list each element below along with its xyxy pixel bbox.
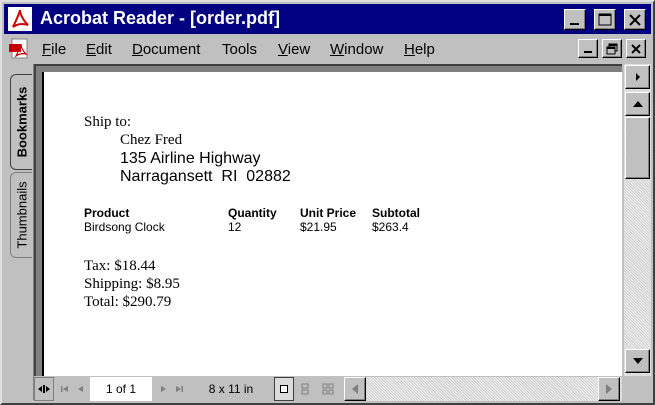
scroll-right-icon	[606, 384, 612, 394]
document-pane[interactable]: Ship to: Chez Fred 135 Airline Highway N…	[34, 64, 622, 382]
restore-icon	[606, 43, 618, 54]
page-size-display: 8 x 11 in	[208, 382, 254, 396]
menu-file[interactable]: File	[42, 41, 66, 58]
horizontal-scrollbar[interactable]	[344, 377, 622, 401]
page-number-field[interactable]: 1 of 1	[90, 377, 152, 401]
next-page-nav-button[interactable]	[156, 377, 170, 401]
vertical-scrollbar[interactable]	[624, 64, 651, 376]
column-header-unit-price: Unit Price	[300, 206, 357, 220]
menu-window[interactable]: Window	[330, 41, 383, 58]
shipping-line: Shipping: $8.95	[84, 276, 180, 292]
maximize-button[interactable]	[594, 9, 616, 30]
facing-pages-icon	[322, 383, 334, 395]
menu-document[interactable]: Document	[132, 41, 200, 58]
scroll-up-icon	[632, 101, 643, 107]
maximize-icon	[598, 13, 612, 26]
cell-subtotal: $263.4	[372, 220, 409, 234]
minimize-icon	[584, 50, 592, 53]
split-toggle-icon	[38, 385, 50, 393]
column-header-product: Product	[84, 206, 130, 220]
close-button[interactable]	[624, 9, 646, 30]
menu-tools[interactable]: Tools	[222, 41, 257, 58]
scroll-right-button[interactable]	[598, 377, 620, 401]
tab-thumbnails-label: Thumbnails	[14, 181, 29, 249]
last-page-button[interactable]	[172, 377, 186, 401]
continuous-page-button[interactable]	[296, 377, 314, 401]
pdf-page: Ship to: Chez Fred 135 Airline Highway N…	[42, 72, 622, 382]
close-icon	[631, 43, 641, 54]
minimize-icon	[570, 22, 579, 25]
address-line-2: Narragansett RI 02882	[120, 168, 291, 185]
cell-unit-price: $21.95	[300, 220, 337, 234]
recipient-name: Chez Fred	[120, 132, 183, 148]
scroll-down-icon	[632, 358, 643, 364]
ship-to-label: Ship to:	[84, 114, 132, 130]
first-page-icon	[61, 386, 68, 392]
tab-bookmarks[interactable]: Bookmarks	[10, 74, 32, 170]
scroll-down-button[interactable]	[625, 349, 650, 373]
scroll-thumb[interactable]	[625, 117, 650, 179]
acrobat-window: Acrobat Reader - [order.pdf] File Edit D…	[0, 0, 655, 405]
column-header-subtotal: Subtotal	[372, 206, 420, 220]
scroll-up-button[interactable]	[625, 92, 650, 116]
single-page-icon	[280, 385, 288, 393]
status-bar: 1 of 1 8 x 11 in	[34, 376, 622, 402]
menu-help[interactable]: Help	[404, 41, 435, 58]
menu-bar: File Edit Document Tools View Window Hel…	[4, 36, 651, 62]
prev-page-icon	[78, 386, 83, 392]
cell-quantity: 12	[228, 220, 242, 234]
column-header-quantity: Quantity	[228, 206, 277, 220]
doc-minimize-button[interactable]	[578, 39, 598, 58]
tab-thumbnails[interactable]: Thumbnails	[10, 172, 32, 258]
next-page-icon	[161, 386, 166, 392]
pdf-document-icon[interactable]	[8, 38, 32, 60]
split-toggle-button[interactable]	[34, 377, 54, 401]
cell-product: Birdsong Clock	[84, 220, 165, 234]
scroll-left-button[interactable]	[344, 377, 366, 401]
next-page-button[interactable]	[625, 65, 650, 89]
minimize-button[interactable]	[564, 9, 586, 30]
close-icon	[629, 13, 641, 26]
acrobat-logo-icon	[8, 7, 32, 31]
scroll-right-icon	[635, 73, 640, 81]
total-line: Total: $290.79	[84, 294, 172, 310]
doc-close-button[interactable]	[626, 39, 646, 58]
first-page-button[interactable]	[58, 377, 72, 401]
single-page-button[interactable]	[274, 377, 294, 401]
last-page-icon	[176, 386, 183, 392]
scroll-left-icon	[352, 384, 358, 394]
scrollbar-corner	[624, 376, 651, 402]
menu-edit[interactable]: Edit	[86, 41, 112, 58]
continuous-page-icon	[301, 383, 309, 395]
menu-view[interactable]: View	[278, 41, 310, 58]
doc-restore-button[interactable]	[602, 39, 622, 58]
address-line-1: 135 Airline Highway	[120, 150, 261, 167]
title-bar[interactable]: Acrobat Reader - [order.pdf]	[4, 4, 651, 34]
tax-line: Tax: $18.44	[84, 258, 156, 274]
prev-page-button[interactable]	[74, 377, 88, 401]
facing-pages-button[interactable]	[318, 377, 338, 401]
navigation-pane-tabs: Bookmarks Thumbnails	[6, 64, 34, 400]
tab-bookmarks-label: Bookmarks	[14, 86, 29, 158]
window-title: Acrobat Reader - [order.pdf]	[40, 8, 281, 28]
